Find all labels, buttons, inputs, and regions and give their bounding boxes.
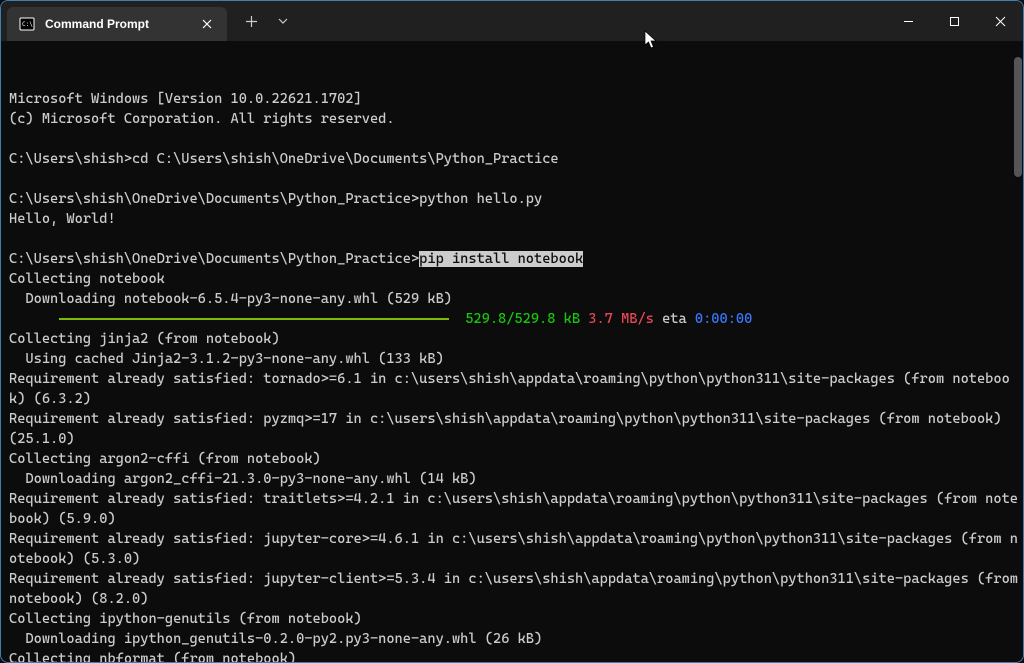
titlebar: C:\ Command Prompt <box>1 1 1023 41</box>
progress-bar <box>59 318 449 320</box>
terminal-line: Collecting argon2-cffi (from notebook) <box>9 449 1019 469</box>
tab-command-prompt[interactable]: C:\ Command Prompt <box>7 7 227 41</box>
terminal-line: C:\Users\shish\OneDrive\Documents\Python… <box>9 189 1019 209</box>
progress-eta: 0:00:00 <box>695 309 752 329</box>
terminal-line: Downloading notebook-6.5.4-py3-none-any.… <box>9 289 1019 309</box>
terminal-line: Downloading argon2_cffi-21.3.0-py3-none-… <box>9 469 1019 489</box>
terminal-line: Requirement already satisfied: traitlets… <box>9 489 1019 529</box>
terminal-line: C:\Users\shish\OneDrive\Documents\Python… <box>9 249 1019 269</box>
terminal-line: Collecting nbformat (from notebook) <box>9 649 1019 662</box>
terminal-line: Microsoft Windows [Version 10.0.22621.17… <box>9 89 1019 109</box>
terminal-line: Collecting ipython-genutils (from notebo… <box>9 609 1019 629</box>
titlebar-actions <box>235 1 299 41</box>
terminal-line: Using cached Jinja2-3.1.2-py3-none-any.w… <box>9 349 1019 369</box>
terminal-line: C:\Users\shish>cd C:\Users\shish\OneDriv… <box>9 149 1019 169</box>
maximize-button[interactable] <box>931 1 977 41</box>
scrollbar[interactable] <box>1011 41 1023 662</box>
download-progress: 529.8/529.8 kB 3.7 MB/s eta 0:00:00 <box>9 309 1019 329</box>
svg-text:C:\: C:\ <box>22 21 33 28</box>
terminal-line: (c) Microsoft Corporation. All rights re… <box>9 109 1019 129</box>
tab-title: Command Prompt <box>45 17 189 31</box>
terminal-line <box>9 229 1019 249</box>
terminal-content: Microsoft Windows [Version 10.0.22621.17… <box>9 89 1019 662</box>
scrollbar-thumb[interactable] <box>1014 57 1022 177</box>
terminal-output[interactable]: Microsoft Windows [Version 10.0.22621.17… <box>1 41 1023 662</box>
cmd-icon: C:\ <box>19 16 35 32</box>
terminal-line: Collecting jinja2 (from notebook) <box>9 329 1019 349</box>
terminal-line: Requirement already satisfied: pyzmq>=17… <box>9 409 1019 449</box>
progress-size: 529.8/529.8 kB <box>457 309 588 329</box>
tab-dropdown-button[interactable] <box>267 5 299 37</box>
new-tab-button[interactable] <box>235 5 267 37</box>
terminal-line: Requirement already satisfied: jupyter-c… <box>9 529 1019 569</box>
terminal-line <box>9 129 1019 149</box>
close-button[interactable] <box>977 1 1023 41</box>
progress-eta-label: eta <box>654 309 695 329</box>
minimize-button[interactable] <box>885 1 931 41</box>
terminal-line: Requirement already satisfied: jupyter-c… <box>9 569 1019 609</box>
terminal-line: Hello, World! <box>9 209 1019 229</box>
terminal-line: Requirement already satisfied: tornado>=… <box>9 369 1019 409</box>
prompt-text: C:\Users\shish\OneDrive\Documents\Python… <box>9 251 419 267</box>
window-controls <box>885 1 1023 41</box>
progress-speed: 3.7 MB/s <box>588 309 654 329</box>
tab-close-button[interactable] <box>199 16 215 32</box>
terminal-line: Downloading ipython_genutils-0.2.0-py2.p… <box>9 629 1019 649</box>
highlighted-command: pip install notebook <box>419 251 583 267</box>
terminal-line <box>9 169 1019 189</box>
terminal-line: Collecting notebook <box>9 269 1019 289</box>
